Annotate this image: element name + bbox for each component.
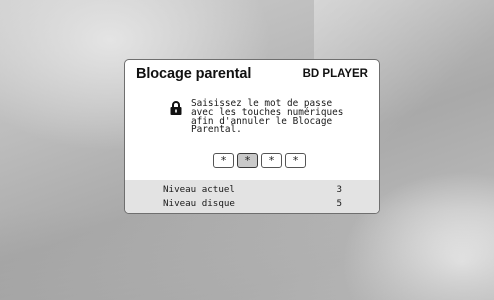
parental-lock-dialog: Blocage parental BD PLAYER Saisissez le … (124, 59, 380, 214)
disc-level-value: 5 (336, 198, 342, 209)
disc-level-row: Niveau disque 5 (163, 199, 342, 209)
lock-icon (170, 100, 182, 115)
dialog-header: Blocage parental BD PLAYER (125, 60, 379, 88)
current-level-label: Niveau actuel (163, 184, 235, 195)
level-info-panel: Niveau actuel 3 Niveau disque 5 (125, 180, 379, 213)
dialog-title: Blocage parental (136, 66, 252, 82)
password-digit-1[interactable]: * (213, 153, 234, 168)
message-line: Parental. (191, 124, 242, 136)
password-digit-4[interactable]: * (285, 153, 306, 168)
password-digit-2[interactable]: * (237, 153, 258, 168)
device-label: BD PLAYER (302, 68, 368, 80)
current-level-value: 3 (336, 184, 342, 195)
instruction-message: Saisissez le mot de passe avec les touche… (191, 99, 343, 136)
password-entry: * * * * (213, 153, 306, 168)
password-digit-3[interactable]: * (261, 153, 282, 168)
current-level-row: Niveau actuel 3 (163, 185, 342, 195)
disc-level-label: Niveau disque (163, 198, 235, 209)
